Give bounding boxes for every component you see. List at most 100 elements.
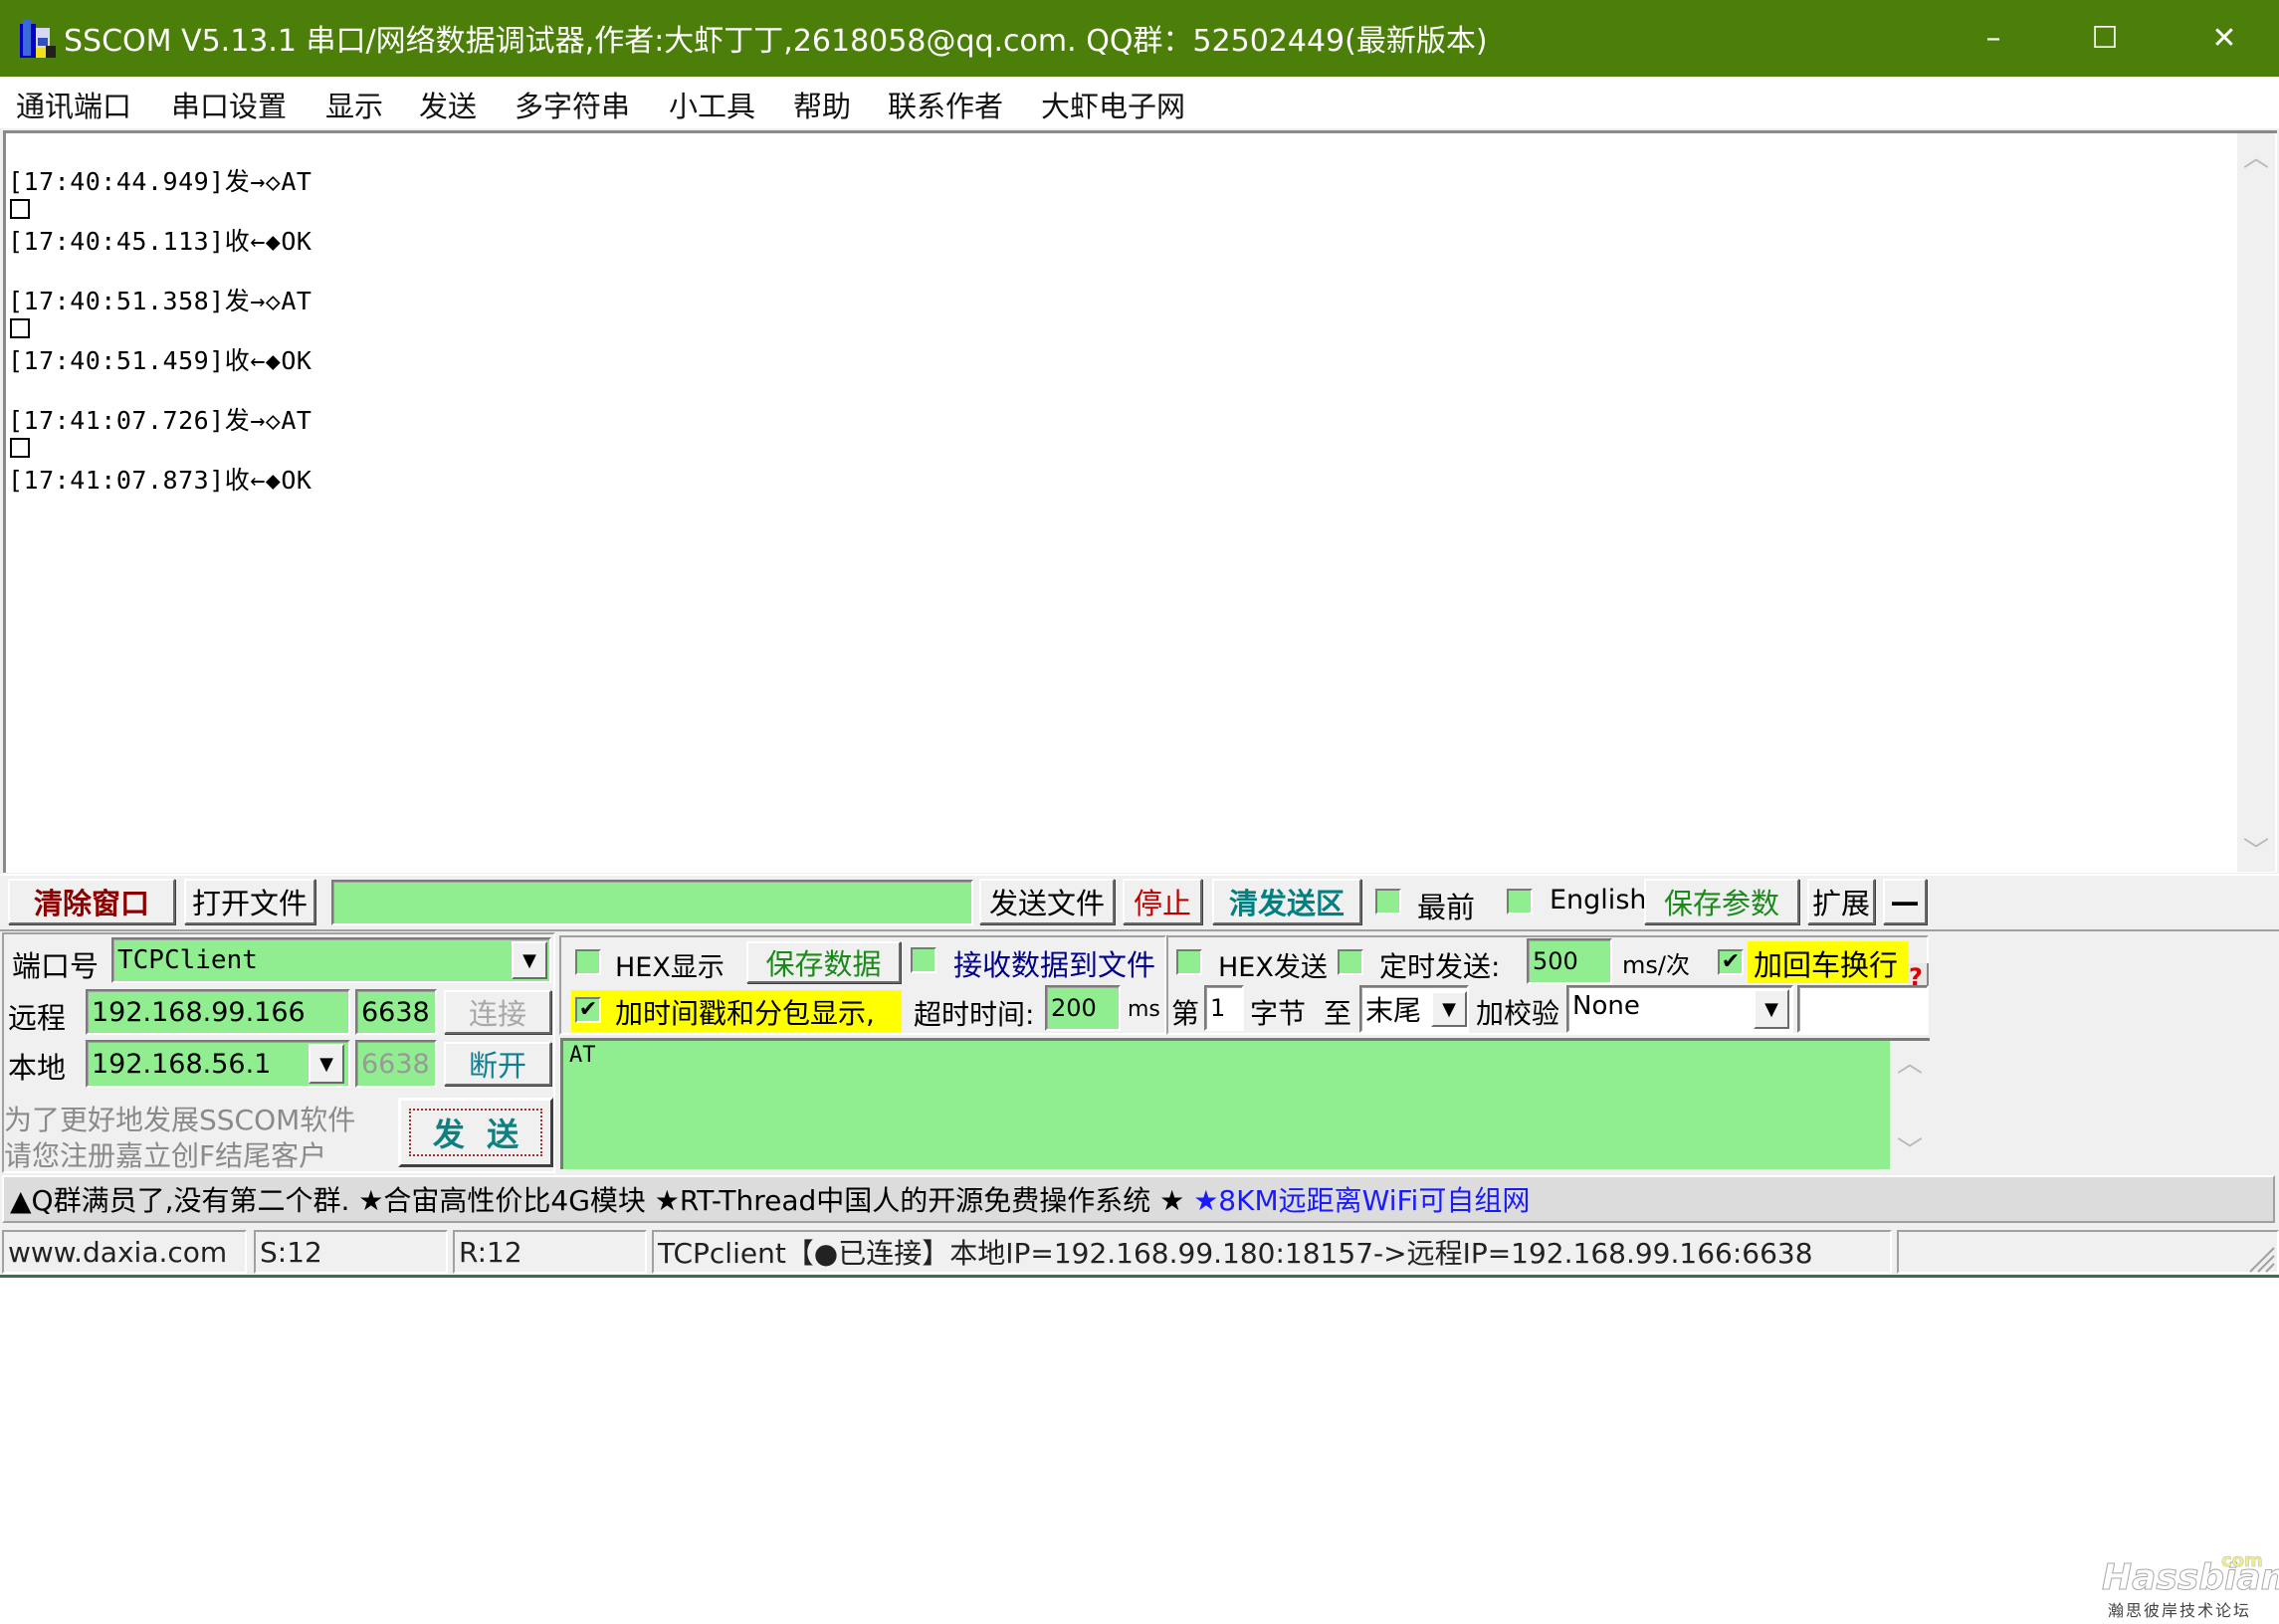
- local-ip-dropdown-icon[interactable]: ▼: [309, 1044, 344, 1084]
- clear-window-button[interactable]: 清除窗口: [8, 879, 175, 924]
- scroll-down-icon[interactable]: ﹀: [1890, 1130, 1930, 1167]
- log-line: [17:40:51.459]收←◆OK: [8, 346, 312, 375]
- hex-send-label: HEX发送: [1218, 952, 1328, 983]
- port-dropdown-icon[interactable]: ▼: [512, 941, 547, 979]
- local-port-input[interactable]: 6638: [355, 1040, 437, 1088]
- checksum-dropdown-icon[interactable]: ▼: [1754, 989, 1789, 1029]
- app-icon: [20, 18, 58, 58]
- local-label: 本地: [8, 1051, 67, 1085]
- title-bar: SSCOM V5.13.1 串口/网络数据调试器,作者:大虾丁丁,2618058…: [0, 0, 2279, 77]
- menu-help[interactable]: 帮助: [793, 84, 851, 125]
- timestamp-label: 加时间戳和分包显示,: [615, 997, 875, 1030]
- english-label: English: [1550, 885, 1647, 915]
- timeout-label: 超时时间:: [914, 998, 1035, 1031]
- clear-send-area-button[interactable]: 清发送区: [1212, 879, 1361, 924]
- minimize-icon: –: [1985, 21, 2001, 56]
- status-website[interactable]: www.daxia.com: [2, 1230, 247, 1274]
- watermark-subtitle: 瀚思彼岸技术论坛: [2108, 1601, 2252, 1620]
- send-scrollbar[interactable]: ︿ ﹀: [1890, 1041, 1930, 1169]
- line-break-glyph: [10, 438, 30, 458]
- watermark-suffix: com: [2221, 1550, 2263, 1572]
- open-file-button[interactable]: 打开文件: [184, 879, 315, 924]
- resize-grip-icon[interactable]: [2244, 1242, 2276, 1274]
- receive-log-area[interactable]: [3, 130, 2277, 873]
- scroll-down-icon[interactable]: ﹀: [2237, 831, 2275, 868]
- checksum-label: 加校验: [1476, 997, 1560, 1030]
- scroll-up-icon[interactable]: ︿: [1890, 1043, 1930, 1080]
- window-title: SSCOM V5.13.1 串口/网络数据调试器,作者:大虾丁丁,2618058…: [64, 24, 1488, 59]
- interval-unit: ms/次: [1622, 951, 1690, 979]
- log-line: [17:40:51.358]发→◇AT: [8, 287, 312, 315]
- byte-label: 字节: [1250, 997, 1307, 1030]
- file-path-input[interactable]: [331, 880, 973, 925]
- status-extra: [1897, 1230, 2279, 1274]
- collapse-button[interactable]: —: [1883, 879, 1927, 924]
- maximize-icon: ☐: [2091, 21, 2119, 56]
- minimize-button[interactable]: –: [1939, 0, 2048, 77]
- line-break-glyph: [10, 199, 30, 219]
- line-break-glyph: [10, 318, 30, 338]
- receive-to-file-checkbox[interactable]: [911, 947, 936, 973]
- maximize-button[interactable]: ☐: [2050, 0, 2160, 77]
- send-button[interactable]: 发 送: [398, 1098, 553, 1167]
- disconnect-button[interactable]: 断开: [444, 1042, 551, 1086]
- log-line: [17:41:07.873]收←◆OK: [8, 466, 312, 495]
- stop-button[interactable]: 停止: [1123, 879, 1202, 924]
- topmost-label: 最前: [1417, 891, 1476, 924]
- timeout-input[interactable]: 200: [1045, 985, 1121, 1031]
- hex-display-checkbox[interactable]: [575, 949, 601, 975]
- crlf-label: 加回车换行: [1754, 948, 1899, 982]
- ad-text-line1: 为了更好地发展SSCOM软件: [4, 1104, 356, 1136]
- timed-send-checkbox[interactable]: [1338, 949, 1363, 975]
- save-params-button[interactable]: 保存参数: [1644, 879, 1799, 924]
- menu-multi-string[interactable]: 多字符串: [515, 84, 630, 125]
- status-connection-info: TCPclient【●已连接】本地IP=192.168.99.180:18157…: [652, 1230, 1892, 1274]
- menu-comm-port[interactable]: 通讯端口: [16, 84, 131, 125]
- ad-text-line2: 请您注册嘉立创F结尾客户: [4, 1139, 327, 1172]
- marquee-bar: ▲Q群满员了,没有第二个群. ★合宙高性价比4G模块 ★RT-Thread中国人…: [2, 1175, 2275, 1223]
- menu-send[interactable]: 发送: [419, 84, 477, 125]
- port-select[interactable]: TCPClient: [111, 937, 551, 983]
- send-textarea[interactable]: AT ︿ ﹀: [560, 1038, 1930, 1169]
- marquee-text: ▲Q群满员了,没有第二个群. ★合宙高性价比4G模块 ★RT-Thread中国人…: [10, 1184, 1194, 1217]
- remote-ip-input[interactable]: 192.168.99.166: [86, 989, 350, 1035]
- to-dropdown-icon[interactable]: ▼: [1431, 991, 1467, 1027]
- port-label: 端口号: [12, 949, 100, 983]
- send-file-button[interactable]: 发送文件: [979, 879, 1115, 924]
- remote-port-input[interactable]: 6638: [355, 989, 437, 1035]
- close-button[interactable]: ✕: [2170, 0, 2279, 77]
- window-bottom-border: [0, 1275, 2279, 1278]
- hex-display-label: HEX显示: [615, 952, 725, 983]
- timed-send-label: 定时发送:: [1379, 950, 1501, 983]
- send-button-label: 发 送: [409, 1109, 542, 1156]
- menu-daxia-website[interactable]: 大虾电子网: [1041, 84, 1185, 125]
- receive-to-file-label[interactable]: 接收数据到文件: [953, 942, 1155, 984]
- log-line: [17:41:07.726]发→◇AT: [8, 406, 312, 435]
- byte-from-input[interactable]: 1: [1204, 985, 1244, 1031]
- connect-button[interactable]: 连接: [444, 990, 551, 1034]
- save-data-button[interactable]: 保存数据: [746, 941, 901, 983]
- hex-send-checkbox[interactable]: [1176, 949, 1202, 975]
- menu-serial-settings[interactable]: 串口设置: [171, 84, 287, 125]
- scroll-up-icon[interactable]: ︿: [2237, 137, 2275, 174]
- crlf-checkbox[interactable]: ✔: [1718, 949, 1744, 975]
- topmost-checkbox[interactable]: [1375, 889, 1401, 914]
- timeout-unit: ms: [1128, 997, 1160, 1022]
- status-sent-count: S:12: [254, 1230, 448, 1274]
- menu-tools[interactable]: 小工具: [669, 84, 755, 125]
- send-text: AT: [569, 1043, 596, 1068]
- to-label: 至: [1324, 997, 1352, 1030]
- status-received-count: R:12: [453, 1230, 647, 1274]
- marquee-link[interactable]: ★8KM远距离WiFi可自组网: [1193, 1179, 1530, 1219]
- log-scrollbar[interactable]: ︿ ﹀: [2237, 133, 2275, 872]
- remote-label: 远程: [8, 1001, 67, 1035]
- english-checkbox[interactable]: [1507, 889, 1533, 914]
- checksum-result-input[interactable]: [1797, 985, 1929, 1033]
- byte-from-label: 第: [1171, 997, 1200, 1030]
- menu-contact-author[interactable]: 联系作者: [888, 84, 1003, 125]
- interval-input[interactable]: 500: [1527, 938, 1612, 984]
- log-line: [17:40:44.949]发→◇AT: [8, 167, 312, 196]
- expand-button[interactable]: 扩展: [1807, 879, 1875, 924]
- timestamp-checkbox[interactable]: ✔: [575, 997, 601, 1023]
- menu-display[interactable]: 显示: [325, 84, 383, 125]
